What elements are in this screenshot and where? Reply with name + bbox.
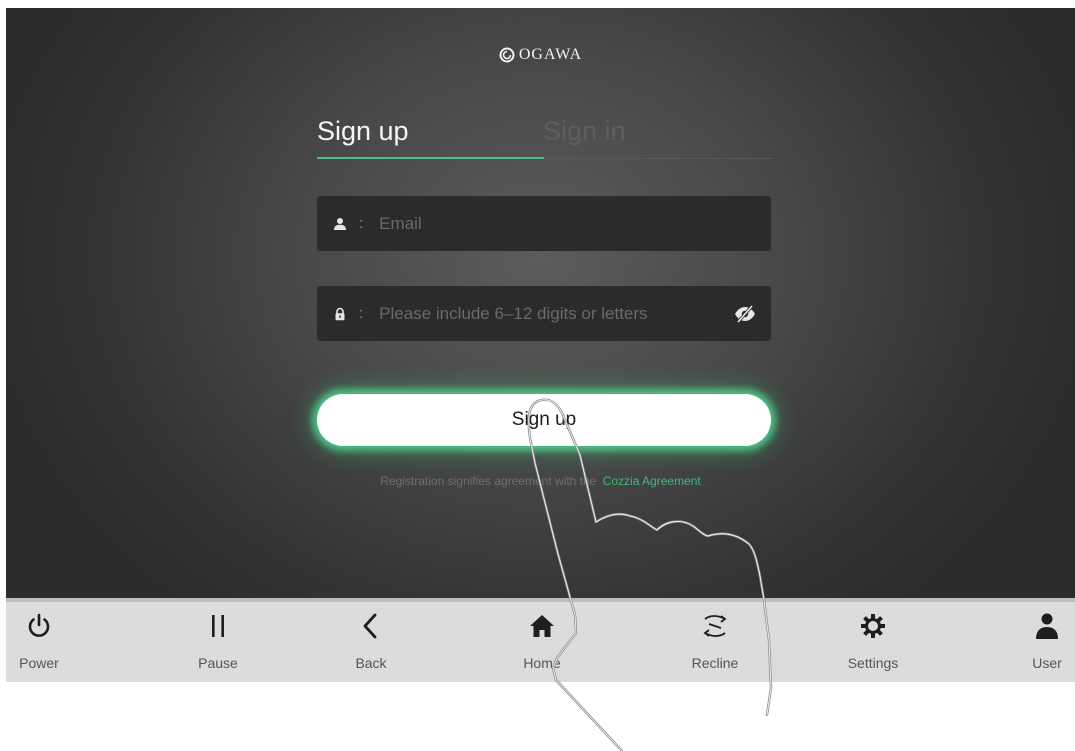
user-icon [334, 217, 346, 230]
signup-screen: OGAWA Sign up Sign in : : [6, 8, 1075, 598]
tab-sign-in[interactable]: Sign in [543, 116, 626, 147]
active-tab-indicator [317, 157, 544, 159]
nav-power-label: Power [19, 655, 59, 671]
nav-pause-button[interactable]: Pause [173, 612, 263, 674]
nav-recline-button[interactable]: Recline [670, 612, 760, 674]
nav-user-label: User [1032, 655, 1062, 671]
nav-recline-label: Recline [691, 655, 739, 671]
back-icon [363, 613, 377, 639]
pause-icon [212, 615, 224, 637]
nav-power-button[interactable]: Power [0, 612, 84, 674]
agreement-link[interactable]: Cozzia Agreement [603, 474, 701, 488]
nav-settings-button[interactable]: Settings [828, 612, 918, 674]
brand-name: OGAWA [518, 46, 583, 63]
nav-home-button[interactable]: Home [497, 612, 587, 674]
auth-tabs: Sign up Sign in [317, 110, 773, 162]
nav-pause-label: Pause [198, 655, 238, 671]
email-field[interactable]: : [317, 196, 771, 251]
bottom-nav-bar: Power Pause Back Home Recline Settings U… [6, 598, 1075, 682]
email-field-separator: : [359, 215, 364, 232]
eye-slash-icon[interactable] [733, 304, 757, 324]
sign-up-button[interactable]: Sign up [317, 394, 771, 446]
user-icon [1036, 613, 1058, 639]
nav-back-button[interactable]: Back [326, 612, 416, 674]
ogawa-logo-icon [499, 47, 515, 63]
tab-sign-up[interactable]: Sign up [317, 116, 409, 147]
password-field-separator: : [359, 305, 364, 322]
agreement-notice: Registration signifies agreement with th… [6, 474, 1075, 488]
nav-settings-label: Settings [847, 655, 899, 671]
nav-back-label: Back [355, 655, 387, 671]
lock-icon [335, 307, 345, 320]
nav-home-label: Home [523, 655, 561, 671]
password-field[interactable]: : [317, 286, 771, 341]
email-input[interactable] [379, 213, 771, 234]
recline-icon [703, 615, 727, 637]
agreement-text: Registration signifies agreement with th… [380, 474, 597, 488]
password-input[interactable] [379, 303, 725, 324]
power-icon [28, 613, 50, 637]
nav-user-button[interactable]: User [1002, 612, 1075, 674]
stage: OGAWA Sign up Sign in : : [0, 0, 1075, 751]
gear-icon [861, 614, 885, 638]
home-icon [530, 615, 554, 637]
brand-logo: OGAWA [6, 46, 1075, 64]
